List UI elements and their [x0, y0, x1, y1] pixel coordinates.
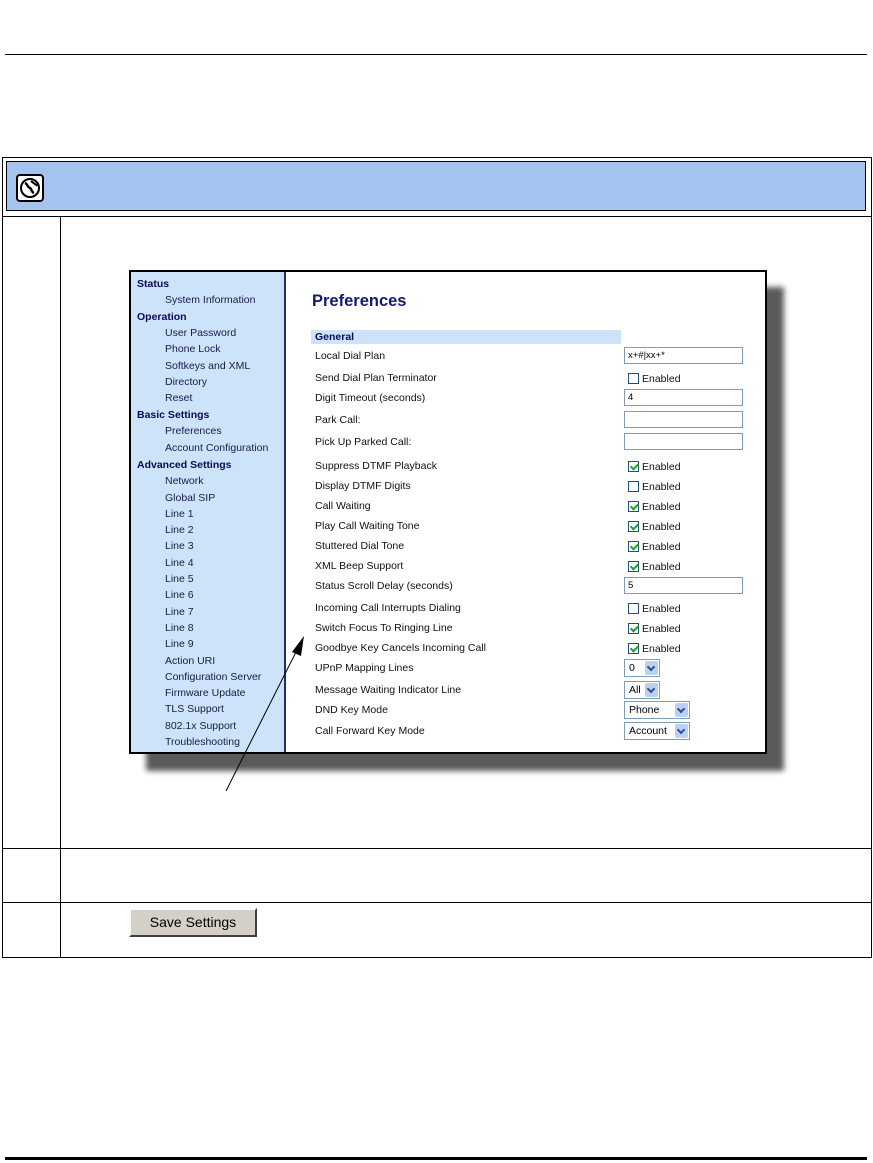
- select-message-waiting-indicator-line[interactable]: All: [624, 681, 660, 699]
- label-goodbye-key-cancels-incoming-call: Goodbye Key Cancels Incoming Call: [315, 642, 487, 654]
- label-play-call-waiting-tone: Play Call Waiting Tone: [315, 520, 420, 532]
- select-call-forward-key-mode[interactable]: Account: [624, 722, 690, 740]
- input-digit-timeout-seconds[interactable]: 4: [624, 389, 743, 406]
- sidebar-item-action-uri[interactable]: Action URI: [165, 655, 215, 668]
- enabled-label: Enabled: [642, 603, 681, 615]
- enabled-label: Enabled: [642, 481, 681, 493]
- checkbox-goodbye-key-cancels-incoming-call[interactable]: [628, 643, 639, 654]
- label-upnp-mapping-lines: UPnP Mapping Lines: [315, 662, 414, 674]
- table-divider: [3, 848, 871, 849]
- sidebar-item-line-9[interactable]: Line 9: [165, 638, 194, 651]
- label-incoming-call-interrupts-dialing: Incoming Call Interrupts Dialing: [315, 602, 461, 614]
- sidebar: Status System Information Operation User Pa…: [131, 272, 286, 752]
- sidebar-item-line-4[interactable]: Line 4: [165, 557, 194, 570]
- select-dnd-key-mode[interactable]: Phone: [624, 701, 690, 719]
- sidebar-item-line-5[interactable]: Line 5: [165, 573, 194, 586]
- sidebar-item-line-6[interactable]: Line 6: [165, 589, 194, 602]
- sidebar-item-phone-lock[interactable]: Phone Lock: [165, 343, 220, 356]
- input-park-call[interactable]: [624, 411, 743, 428]
- sidebar-section-basic-settings: Basic Settings: [137, 409, 210, 421]
- label-park-call: Park Call:: [315, 414, 361, 426]
- sidebar-item-line-1[interactable]: Line 1: [165, 508, 194, 521]
- label-send-dial-plan-terminator: Send Dial Plan Terminator: [315, 372, 437, 384]
- table-divider: [3, 216, 871, 217]
- section-header: General: [315, 331, 355, 343]
- top-rule: [5, 54, 867, 55]
- sidebar-item-softkeys-and-xml[interactable]: Softkeys and XML: [165, 360, 250, 373]
- select-value: Phone: [629, 704, 660, 716]
- label-switch-focus-to-ringing-line: Switch Focus To Ringing Line: [315, 622, 453, 634]
- sidebar-item-account-configuration[interactable]: Account Configuration: [165, 442, 268, 455]
- chevron-down-icon[interactable]: [675, 724, 688, 738]
- sidebar-item-line-7[interactable]: Line 7: [165, 606, 194, 619]
- globe-icon: [16, 174, 44, 202]
- enabled-label: Enabled: [642, 541, 681, 553]
- select-value: Account: [629, 725, 667, 737]
- label-suppress-dtmf-playback: Suppress DTMF Playback: [315, 460, 437, 472]
- chevron-down-icon[interactable]: [645, 683, 658, 697]
- select-upnp-mapping-lines[interactable]: 0: [624, 659, 660, 677]
- sidebar-item-firmware-update[interactable]: Firmware Update: [165, 687, 246, 700]
- checkbox-display-dtmf-digits[interactable]: [628, 481, 639, 492]
- checkbox-play-call-waiting-tone[interactable]: [628, 521, 639, 532]
- save-settings-button[interactable]: Save Settings: [129, 908, 257, 937]
- checkbox-stuttered-dial-tone[interactable]: [628, 541, 639, 552]
- enabled-label: Enabled: [642, 623, 681, 635]
- sidebar-item-802-1x-support[interactable]: 802.1x Support: [165, 720, 236, 733]
- sidebar-item-preferences[interactable]: Preferences: [165, 425, 222, 438]
- sidebar-section-advanced-settings: Advanced Settings: [137, 459, 232, 471]
- sidebar-item-reset[interactable]: Reset: [165, 392, 192, 405]
- enabled-label: Enabled: [642, 461, 681, 473]
- enabled-label: Enabled: [642, 373, 681, 385]
- sidebar-item-system-information[interactable]: System Information: [165, 294, 255, 307]
- input-status-scroll-delay-seconds[interactable]: 5: [624, 577, 743, 594]
- header-bar: [6, 161, 866, 211]
- checkbox-incoming-call-interrupts-dialing[interactable]: [628, 603, 639, 614]
- preferences-screenshot: Status System Information Operation User Pa…: [129, 270, 767, 754]
- sidebar-item-network[interactable]: Network: [165, 475, 204, 488]
- page-title: Preferences: [312, 292, 407, 310]
- label-call-forward-key-mode: Call Forward Key Mode: [315, 725, 425, 737]
- checkbox-call-waiting[interactable]: [628, 501, 639, 512]
- sidebar-item-global-sip[interactable]: Global SIP: [165, 492, 215, 505]
- select-value: 0: [629, 662, 635, 674]
- sidebar-item-configuration-server[interactable]: Configuration Server: [165, 671, 261, 684]
- label-pick-up-parked-call: Pick Up Parked Call:: [315, 436, 412, 448]
- checkbox-send-dial-plan-terminator[interactable]: [628, 373, 639, 384]
- table-divider: [3, 902, 871, 903]
- step-column-divider: [60, 216, 61, 957]
- bottom-rule: [5, 1157, 867, 1160]
- chevron-down-icon[interactable]: [645, 661, 658, 675]
- sidebar-item-directory[interactable]: Directory: [165, 376, 207, 389]
- label-status-scroll-delay-seconds: Status Scroll Delay (seconds): [315, 580, 453, 592]
- label-xml-beep-support: XML Beep Support: [315, 560, 404, 572]
- sidebar-item-user-password[interactable]: User Password: [165, 327, 236, 340]
- label-dnd-key-mode: DND Key Mode: [315, 704, 388, 716]
- sidebar-item-line-3[interactable]: Line 3: [165, 540, 194, 553]
- label-display-dtmf-digits: Display DTMF Digits: [315, 480, 411, 492]
- checkbox-switch-focus-to-ringing-line[interactable]: [628, 623, 639, 634]
- checkbox-suppress-dtmf-playback[interactable]: [628, 461, 639, 472]
- chevron-down-icon[interactable]: [675, 703, 688, 717]
- label-stuttered-dial-tone: Stuttered Dial Tone: [315, 540, 405, 552]
- label-local-dial-plan: Local Dial Plan: [315, 350, 386, 362]
- section-header-bar: [311, 330, 621, 344]
- enabled-label: Enabled: [642, 561, 681, 573]
- sidebar-item-tls-support[interactable]: TLS Support: [165, 703, 224, 716]
- input-local-dial-plan[interactable]: x+#|xx+*: [624, 347, 743, 364]
- sidebar-section-operation: Operation: [137, 311, 187, 323]
- checkbox-xml-beep-support[interactable]: [628, 561, 639, 572]
- enabled-label: Enabled: [642, 643, 681, 655]
- sidebar-item-line-8[interactable]: Line 8: [165, 622, 194, 635]
- label-call-waiting: Call Waiting: [315, 500, 371, 512]
- label-message-waiting-indicator-line: Message Waiting Indicator Line: [315, 684, 462, 696]
- enabled-label: Enabled: [642, 501, 681, 513]
- input-pick-up-parked-call[interactable]: [624, 433, 743, 450]
- sidebar-section-status: Status: [137, 278, 170, 290]
- label-digit-timeout-seconds: Digit Timeout (seconds): [315, 392, 426, 404]
- sidebar-item-troubleshooting[interactable]: Troubleshooting: [165, 736, 240, 749]
- enabled-label: Enabled: [642, 521, 681, 533]
- select-value: All: [629, 684, 641, 696]
- sidebar-item-line-2[interactable]: Line 2: [165, 524, 194, 537]
